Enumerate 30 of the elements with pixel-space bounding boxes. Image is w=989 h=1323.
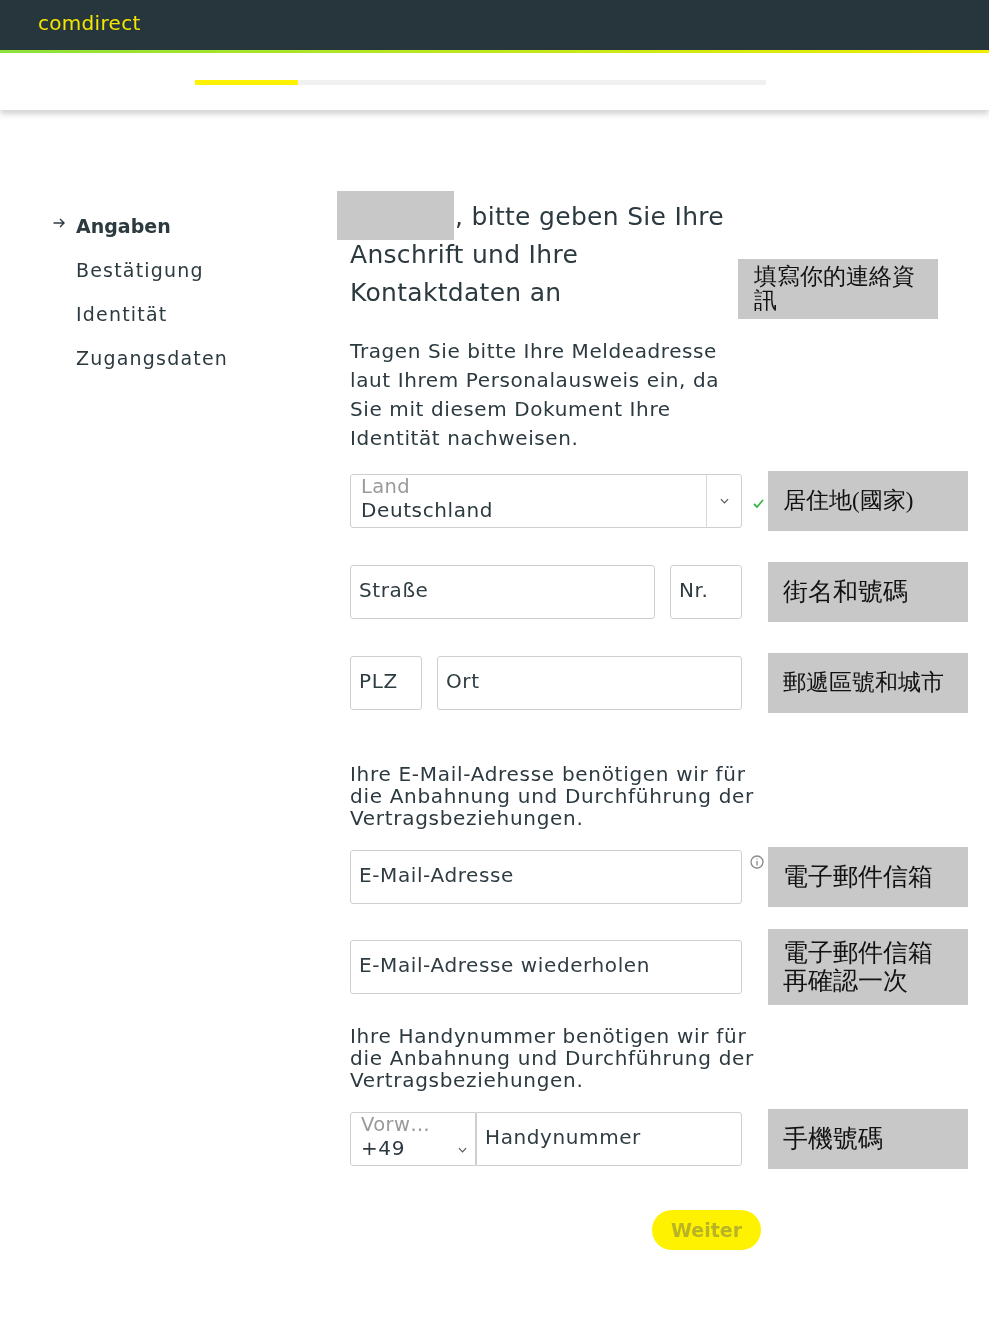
caret-icon: [457, 1147, 467, 1153]
annotation-label: 街名和號碼: [768, 562, 968, 622]
info-text: Ihre Handynummer benötigen wir für die Anbahnung und Durchführung der Vertragsbeziehungen.: [350, 1025, 755, 1091]
annotation-label: 電子郵件信箱再確認一次: [768, 929, 968, 1005]
step-item[interactable]: Identität: [76, 302, 168, 326]
annotation-label: 郵遞區號和城市: [768, 653, 968, 713]
dropdown-field[interactable]: Land Deutschland: [350, 474, 742, 528]
check-icon: [752, 498, 764, 508]
info-text: Tragen Sie bitte Ihre Meldeadresse laut Ihrem Personalausweis ein, da Sie mit diesem Dokument Ihre Identität nachweisen.: [350, 338, 721, 452]
step-item[interactable]: Angaben: [76, 214, 171, 238]
input-field[interactable]: Nr.: [670, 565, 742, 619]
annotation-label: 電子郵件信箱: [768, 847, 968, 907]
input-field[interactable]: Straße: [350, 565, 655, 619]
arrow-icon: [53, 218, 65, 228]
info-text: Ihre E-Mail-Adresse benötigen wir für die Anbahnung und Durchführung der Vertragsbeziehungen.: [350, 763, 755, 829]
input-field[interactable]: Handynummer: [476, 1112, 742, 1166]
page-heading: , bitte geben Sie Ihre Anschrift und Ihre Kontaktdaten an: [350, 201, 725, 309]
info-icon[interactable]: [750, 855, 764, 869]
step-item[interactable]: Bestätigung: [76, 258, 204, 282]
input-field[interactable]: Ort: [437, 656, 742, 710]
caret-icon: [719, 498, 729, 504]
annotation-label: 填寫你的連絡資訊: [738, 259, 938, 319]
input-field[interactable]: E-Mail-Adresse wiederholen: [350, 940, 742, 994]
annotation-label: 手機號碼: [768, 1109, 968, 1169]
step-item[interactable]: Zugangsdaten: [76, 346, 229, 370]
dropdown-field[interactable]: Vorw… +49: [350, 1112, 476, 1166]
annotation-label: 居住地(國家): [768, 471, 968, 531]
logo[interactable]: comdirect: [38, 10, 141, 36]
input-field[interactable]: PLZ: [350, 656, 422, 710]
input-field[interactable]: E-Mail-Adresse: [350, 850, 742, 904]
